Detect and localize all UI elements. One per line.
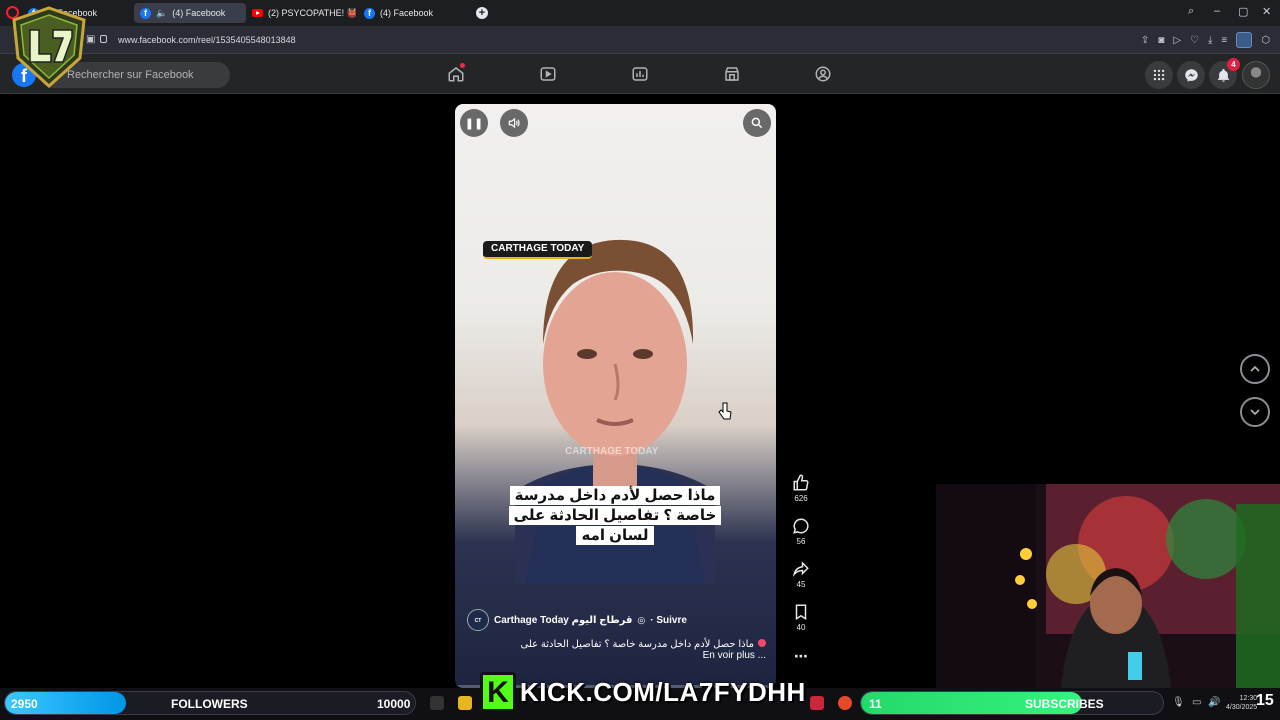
next-reel-button[interactable]	[1240, 397, 1270, 427]
address-bar-actions: ⇪ ◙ ▷ ♡ ⤓ ≡ ⬡	[1141, 32, 1270, 48]
gaming-icon[interactable]	[814, 65, 832, 83]
l7-shield-logo-icon	[12, 6, 86, 88]
share-count: 45	[796, 580, 806, 589]
share-arrow-icon	[792, 561, 809, 577]
kick-logo-icon: K	[480, 672, 516, 712]
search-icon	[751, 117, 763, 129]
kick-banner: K KICK.COM/LA7FYDHH	[480, 670, 806, 714]
followers-label: FOLLOWERS	[171, 697, 248, 711]
network-icon[interactable]: ▭	[1192, 697, 1201, 708]
browser-tab-4[interactable]: f (4) Facebook	[358, 3, 470, 23]
followers-goal-bar: 2950 FOLLOWERS 10000	[4, 691, 416, 715]
address-bar: ▣ www.facebook.com/reel/1535405548013848…	[0, 26, 1280, 54]
home-icon[interactable]	[447, 63, 465, 83]
globe-icon: ◎	[637, 614, 646, 625]
minimize-icon[interactable]: –	[1214, 5, 1220, 17]
page-avatar[interactable]: CT	[467, 609, 489, 631]
like-count: 626	[794, 494, 808, 503]
subs-current: 11	[869, 697, 882, 711]
brand-tag: CARTHAGE TODAY	[483, 241, 593, 259]
reel-video[interactable]: ❚❚ CARTHAGE TODAY CARTHAGE TODAY ماذا حص…	[455, 104, 776, 688]
caption-line: خاصة ؟ تفاصيل الحادثة على	[508, 506, 722, 525]
subs-goal: 15	[1256, 692, 1274, 709]
pause-button[interactable]: ❚❚	[460, 109, 488, 137]
subscribes-goal-bar: 11 SUBSCRIBES	[860, 691, 1164, 715]
bookmark-icon	[795, 604, 807, 621]
wallet-icon[interactable]: ⬡	[1261, 35, 1270, 46]
volume-tray-icon[interactable]: 🔊	[1208, 697, 1220, 708]
webcam-scene	[936, 484, 1280, 688]
share-icon[interactable]: ⇪	[1141, 35, 1149, 46]
new-tab-plus-icon[interactable]: +	[476, 7, 488, 19]
reel-search-button[interactable]	[743, 109, 771, 137]
app-icon[interactable]	[838, 696, 852, 710]
previous-reel-button[interactable]	[1240, 354, 1270, 384]
menu-grid-icon[interactable]	[1145, 61, 1173, 89]
camera-icon[interactable]: ◙	[1158, 35, 1164, 46]
volume-icon	[508, 117, 520, 129]
hand-cursor-icon	[718, 402, 732, 420]
caption-line: ماذا حصل لأدم داخل مدرسة	[509, 486, 721, 505]
stream-bottom-bar: 2950 FOLLOWERS 10000 K KICK.COM/LA7FYDHH…	[0, 672, 1280, 720]
thumbs-up-icon	[793, 474, 809, 491]
see-more-link[interactable]: En voir plus ...	[496, 650, 766, 661]
comment-icon	[793, 518, 809, 534]
url-field[interactable]: www.facebook.com/reel/1535405548013848	[118, 35, 296, 45]
search-tabs-icon[interactable]: ⌕	[1188, 5, 1194, 18]
more-options-icon[interactable]: ⋯	[788, 648, 814, 665]
followers-goal: 10000	[377, 697, 411, 711]
page-info-row: CT Carthage Today قرطاج اليوم ◎ · Suivre	[467, 609, 687, 631]
microphone-icon[interactable]: 🎙	[1172, 697, 1185, 708]
heart-icon[interactable]: ♡	[1190, 35, 1199, 46]
facebook-header: f Rechercher sur Facebook 4	[0, 54, 1280, 94]
messenger-icon[interactable]	[1177, 61, 1205, 89]
close-icon[interactable]: ✕	[1262, 5, 1271, 18]
browser-tab-2[interactable]: f 🔈 (4) Facebook	[134, 3, 246, 23]
kick-url: KICK.COM/LA7FYDHH	[520, 676, 806, 707]
play-icon[interactable]: ▷	[1173, 35, 1181, 46]
download-icon[interactable]: ⤓	[1208, 35, 1212, 46]
lock-icon[interactable]	[100, 35, 107, 43]
epic-games-icon[interactable]	[430, 696, 444, 710]
video-watermark: CARTHAGE TODAY	[565, 446, 659, 457]
webcam-overlay	[936, 484, 1280, 688]
maximize-icon[interactable]: ▢	[1238, 5, 1248, 18]
video-caption: ماذا حصل لأدم داخل مدرسة خاصة ؟ تفاصيل ا…	[507, 486, 723, 546]
chevron-up-icon	[1250, 365, 1260, 372]
comment-count: 56	[796, 537, 806, 546]
youtube-icon	[252, 9, 263, 17]
follow-button[interactable]: · Suivre	[650, 615, 687, 626]
speaker-icon: 🔈	[156, 7, 168, 18]
facebook-icon: f	[140, 7, 151, 19]
profile-avatar[interactable]	[1242, 61, 1270, 89]
menu-icon[interactable]: ≡	[1221, 35, 1227, 46]
caption-line: لسان امه	[576, 526, 654, 545]
store-icon[interactable]	[723, 65, 741, 83]
comment-button[interactable]: 56	[788, 517, 814, 546]
notifications-badge: 4	[1227, 58, 1240, 71]
reel-description: ماذا حصل لأدم داخل مدرسة خاصة ؟ تفاصيل ا…	[496, 639, 766, 661]
page-name-link[interactable]: Carthage Today قرطاج اليوم	[494, 615, 632, 626]
home-notification-dot	[460, 63, 465, 68]
facebook-icon: f	[364, 7, 375, 19]
save-count: 40	[796, 623, 806, 632]
video-icon[interactable]	[539, 65, 557, 83]
app-icon[interactable]	[810, 696, 824, 710]
save-button[interactable]: 40	[788, 603, 814, 632]
marketplace-icon[interactable]	[631, 65, 649, 83]
like-button[interactable]: 626	[788, 474, 814, 503]
file-explorer-icon[interactable]	[458, 696, 472, 710]
subs-label: SUBSCRIBES	[1025, 697, 1104, 711]
system-clock[interactable]: 12:30 4/30/2025	[1226, 694, 1257, 712]
extension-icon[interactable]	[1236, 32, 1253, 48]
chevron-down-icon	[1250, 409, 1260, 416]
notifications-bell-icon[interactable]: 4	[1209, 58, 1240, 89]
share-button[interactable]: 45	[788, 560, 814, 589]
volume-button[interactable]	[500, 109, 528, 137]
red-dot-icon	[758, 639, 766, 647]
followers-current: 2950	[11, 697, 38, 711]
browser-tab-strip: f (4) Facebook f 🔈 (4) Facebook (2) PSYC…	[0, 0, 1280, 26]
browser-tab-3[interactable]: (2) PSYCOPATHE! 👹 Episo	[246, 3, 356, 23]
